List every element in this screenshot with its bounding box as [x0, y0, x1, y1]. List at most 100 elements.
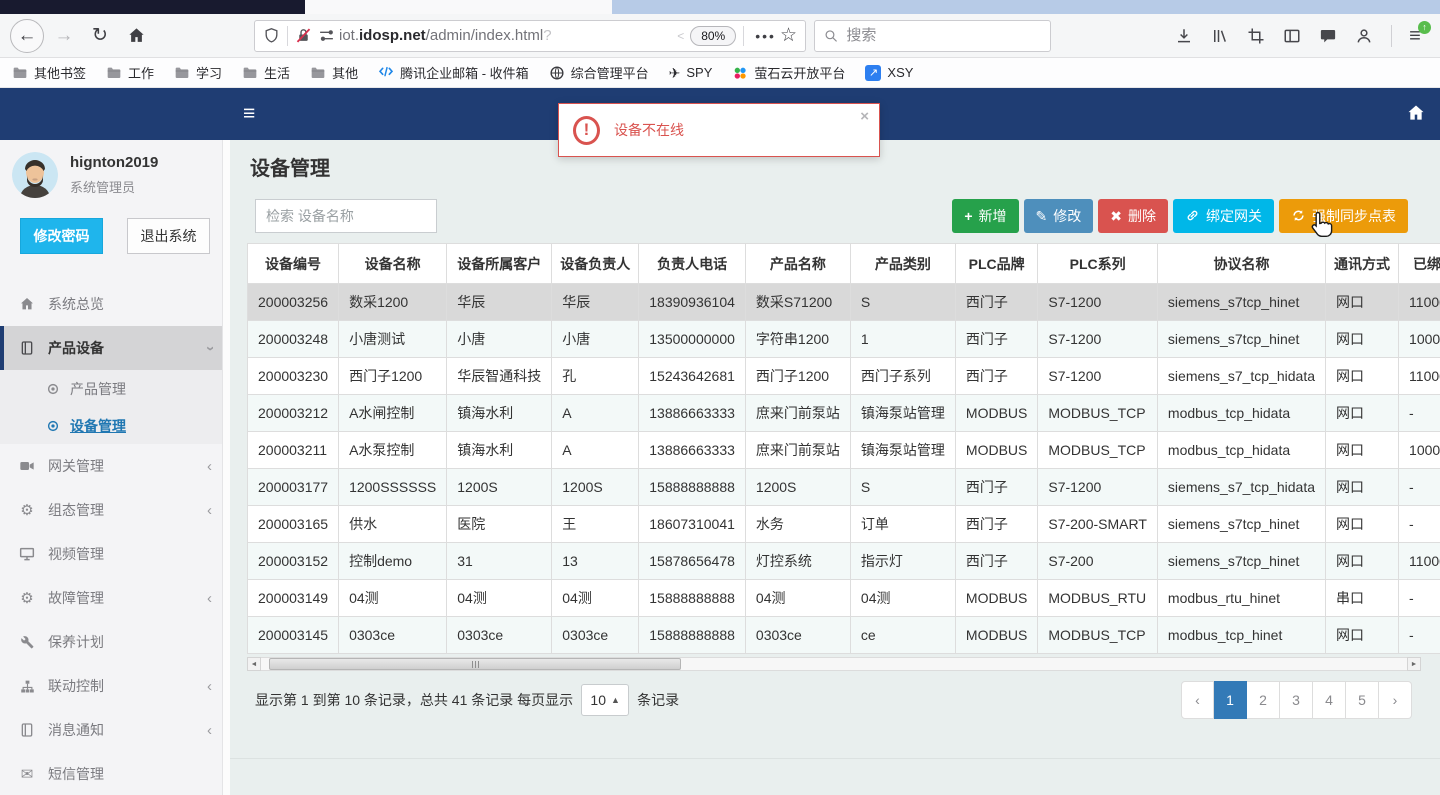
sidebar-item-overview[interactable]: 系统总览: [0, 282, 230, 326]
delete-button[interactable]: ✖ 删除: [1098, 198, 1168, 233]
horizontal-scrollbar[interactable]: ◄ ►: [247, 657, 1421, 671]
sidebar-item-fault[interactable]: ⚙ 故障管理 ‹: [0, 576, 230, 620]
pager-next[interactable]: ›: [1379, 681, 1412, 719]
sidebar-collapse-icon[interactable]: ≡: [243, 103, 255, 124]
table-row[interactable]: 200003152 控制demo 31 13 15878656478 灯控系统 指示灯 西门子…: [247, 542, 1440, 580]
column-header[interactable]: 通讯方式: [1325, 243, 1400, 284]
table-cell: 15888888888: [638, 579, 746, 617]
pager-page-2[interactable]: 2: [1247, 681, 1280, 719]
insecure-lock-icon[interactable]: [295, 27, 312, 44]
logout-button[interactable]: 退出系统: [127, 218, 210, 254]
bookmark-folder-life[interactable]: 生活: [242, 63, 290, 82]
scroll-right-arrow[interactable]: ►: [1407, 657, 1421, 671]
table-row[interactable]: 200003212 A水闸控制 镇海水利 A 13886663333 庶来门前泵站 镇海泵站…: [247, 394, 1440, 432]
column-header[interactable]: 设备编号: [247, 243, 340, 284]
pager-page-4[interactable]: 4: [1313, 681, 1346, 719]
url-bar[interactable]: iot.idosp.net/admin/index.html? < 80% ••…: [254, 19, 806, 52]
column-header[interactable]: 产品类别: [849, 243, 956, 284]
column-header[interactable]: 已绑定网关: [1398, 243, 1440, 284]
bookmark-star-icon[interactable]: ☆: [780, 24, 797, 47]
column-header[interactable]: 设备所属客户: [446, 243, 553, 284]
sidebar-item-sms[interactable]: ✉ 短信管理: [0, 752, 230, 795]
sidebar-item-product-device[interactable]: 产品设备 ‹: [0, 326, 230, 370]
browser-search-box[interactable]: [814, 19, 1051, 52]
messages-icon[interactable]: [1313, 21, 1343, 51]
bookmark-folder-study[interactable]: 学习: [174, 63, 222, 82]
sidebar-item-device-mgmt[interactable]: 设备管理: [0, 407, 230, 444]
back-button[interactable]: ←: [10, 18, 44, 53]
bookmark-ezviz[interactable]: 萤石云开放平台: [732, 63, 845, 82]
downloads-icon[interactable]: [1169, 21, 1199, 51]
sidebar-item-product-mgmt[interactable]: 产品管理: [0, 370, 230, 407]
table-row[interactable]: 200003211 A水泵控制 镇海水利 A 13886663333 庶来门前泵站 镇海泵站…: [247, 431, 1440, 469]
zoom-level-badge[interactable]: 80%: [690, 25, 737, 46]
column-header[interactable]: 设备负责人: [551, 243, 640, 284]
pagination-info: 显示第 1 到第 10 条记录，总共 41 条记录 每页显示 10 ▲ 条记录: [255, 684, 679, 716]
screenshot-icon[interactable]: [1241, 21, 1271, 51]
table-cell: MODBUS_TCP: [1037, 616, 1158, 654]
bookmark-folder-work[interactable]: 工作: [106, 63, 154, 82]
home-button[interactable]: [120, 20, 152, 52]
bookmark-spy[interactable]: ✈ SPY: [669, 65, 713, 80]
table-row[interactable]: 200003248 小唐测试 小唐 小唐 13500000000 字符串1200 1 西门子 S…: [247, 320, 1440, 358]
page-size-dropdown[interactable]: 10 ▲: [581, 684, 630, 716]
tab-strip-active-tab[interactable]: [305, 0, 612, 14]
column-header[interactable]: 协议名称: [1156, 243, 1327, 284]
sidebar-item-gateway[interactable]: 网关管理 ‹: [0, 444, 230, 488]
table-cell: 镇海泵站管理: [849, 431, 956, 469]
column-header[interactable]: 产品名称: [744, 243, 851, 284]
bookmark-folder-other-bookmarks[interactable]: 其他书签: [12, 63, 86, 82]
sidebar-toggle-icon[interactable]: [1277, 21, 1307, 51]
edit-button[interactable]: ✎ 修改: [1023, 198, 1094, 233]
table-toolbar: +新增 ✎修改 ✖删除 绑定网关 强制同步点表: [255, 198, 1408, 233]
bind-gateway-button[interactable]: 绑定网关: [1173, 198, 1274, 233]
forward-button[interactable]: →: [48, 20, 80, 52]
add-button[interactable]: + 新增: [952, 198, 1019, 233]
column-header[interactable]: PLC系列: [1037, 243, 1158, 284]
permissions-icon[interactable]: [318, 27, 335, 44]
table-row[interactable]: 200003230 西门子1200 华辰智通科技孔 15243642681 西门子120…: [247, 357, 1440, 395]
pager-page-3[interactable]: 3: [1280, 681, 1313, 719]
sidebar-item-maintenance[interactable]: 保养计划: [0, 620, 230, 664]
table-cell: 1100008: [1398, 283, 1440, 321]
change-password-button[interactable]: 修改密码: [20, 218, 103, 254]
bookmark-tencent-mail[interactable]: 腾讯企业邮箱 - 收件箱: [378, 63, 529, 82]
scrollbar-thumb[interactable]: [269, 658, 681, 670]
column-header[interactable]: PLC品牌: [954, 243, 1039, 284]
menu-button[interactable]: ≡ ↑: [1400, 20, 1431, 51]
bookmark-management-platform[interactable]: 综合管理平台: [549, 63, 649, 82]
bookmark-folder-misc[interactable]: 其他: [310, 63, 358, 82]
table-cell: 18390936104: [638, 283, 746, 321]
table-row[interactable]: 200003165 供水 医院王 18607310041 水务 订单 西门子 S7-200-S…: [247, 505, 1440, 543]
account-icon[interactable]: [1349, 21, 1379, 51]
table-cell: 镇海水利: [446, 394, 553, 432]
browser-search-input[interactable]: [846, 27, 1041, 44]
table-row[interactable]: 200003149 04测 04测 04测 15888888888 04测 04测 MODBU…: [247, 579, 1440, 617]
force-sync-button[interactable]: 强制同步点表: [1279, 198, 1408, 233]
pager-page-5[interactable]: 5: [1346, 681, 1379, 719]
column-header[interactable]: 负责人电话: [638, 243, 746, 284]
sidebar-item-message[interactable]: 消息通知 ‹: [0, 708, 230, 752]
shield-icon[interactable]: [263, 27, 280, 44]
pager-prev[interactable]: ‹: [1181, 681, 1214, 719]
search-icon: [824, 28, 838, 44]
table-row[interactable]: 200003177 1200SSSSSS 1200S 1200S 15888888888…: [247, 468, 1440, 506]
column-header[interactable]: 设备名称: [338, 243, 448, 284]
folder-icon: [106, 65, 122, 81]
table-row[interactable]: 200003145 0303ce 0303ce 0303ce 15888888888 03…: [247, 616, 1440, 654]
sidebar-item-linkage[interactable]: 联动控制 ‹: [0, 664, 230, 708]
library-icon[interactable]: [1205, 21, 1235, 51]
reload-button[interactable]: ↻: [84, 20, 116, 52]
sidebar-item-scada[interactable]: ⚙ 组态管理 ‹: [0, 488, 230, 532]
scroll-left-arrow[interactable]: ◄: [247, 657, 261, 671]
table-cell: 华辰智通科技: [446, 357, 553, 395]
scrollbar-track[interactable]: [261, 657, 1407, 671]
table-row[interactable]: 200003256 数采1200 华辰 华辰 18390936104 数采S71200 S 西…: [247, 283, 1440, 321]
pager-page-1[interactable]: 1: [1214, 681, 1247, 719]
bookmark-xsy[interactable]: ↗ XSY: [865, 64, 913, 81]
device-search-input[interactable]: [255, 198, 437, 233]
page-actions-icon[interactable]: •••: [755, 28, 776, 44]
alert-close-button[interactable]: ×: [860, 108, 869, 125]
sidebar-item-video[interactable]: 视频管理: [0, 532, 230, 576]
app-home-icon[interactable]: [1406, 103, 1426, 126]
